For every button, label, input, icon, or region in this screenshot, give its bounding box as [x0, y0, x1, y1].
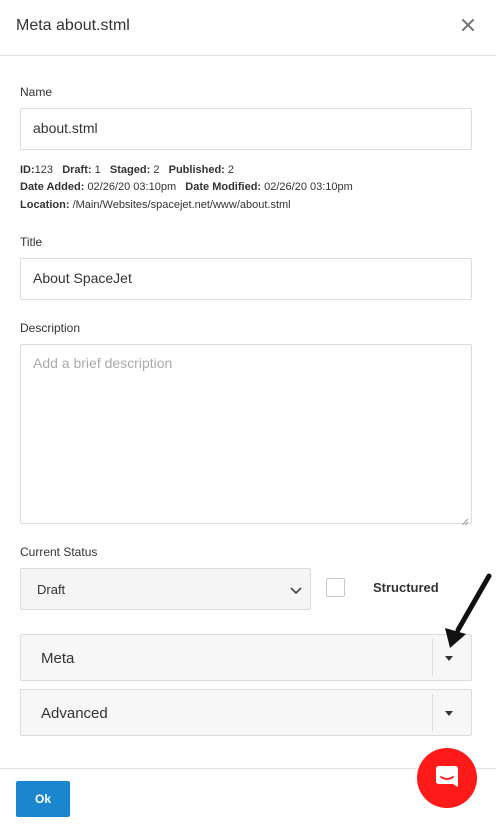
status-select[interactable]: Draft [20, 568, 311, 610]
title-input[interactable]: About SpaceJet [20, 258, 472, 300]
description-label: Description [20, 321, 81, 335]
draft-value: 1 [94, 164, 101, 176]
date-added-value: 02/26/20 03:10pm [87, 181, 177, 193]
structured-checkbox[interactable] [326, 578, 345, 597]
location-value: /Main/Websites/spacejet.net/www/about.st… [72, 199, 291, 211]
location-label: Location: [20, 199, 70, 211]
status-label: Current Status [20, 545, 98, 559]
caret-down-icon[interactable] [445, 711, 453, 716]
advanced-accordion[interactable]: Advanced [20, 689, 472, 736]
description-placeholder: Add a brief description [33, 355, 173, 371]
info-line-2: Date Added: 02/26/20 03:10pm Date Modifi… [20, 181, 353, 193]
title-label: Title [20, 235, 43, 249]
resize-grip-icon[interactable] [461, 513, 469, 526]
meta-accordion[interactable]: Meta [20, 634, 472, 681]
draft-label: Draft: [62, 164, 92, 176]
caret-down-icon[interactable] [445, 656, 453, 661]
published-label: Published: [168, 164, 225, 176]
date-modified-label: Date Modified: [185, 181, 262, 193]
dialog-title: Meta about.stml [16, 17, 130, 34]
id-label: ID: [20, 164, 35, 176]
description-textarea[interactable]: Add a brief description [20, 344, 472, 526]
annotation-arrow-icon [445, 573, 492, 648]
status-selected-value: Draft [37, 582, 66, 597]
info-line-1: ID:123 Draft: 1 Staged: 2 Published: 2 [20, 164, 234, 176]
date-modified-value: 02/26/20 03:10pm [264, 181, 353, 193]
staged-value: 2 [153, 164, 160, 176]
dialog-header: Meta about.stml [0, 0, 496, 56]
published-value: 2 [227, 164, 235, 176]
info-line-3: Location: /Main/Websites/spacejet.net/ww… [20, 199, 291, 211]
accordion-divider [432, 694, 433, 731]
advanced-accordion-label: Advanced [41, 705, 108, 722]
staged-label: Staged: [109, 164, 151, 176]
id-value: 123 [34, 164, 54, 176]
meta-accordion-label: Meta [41, 650, 75, 667]
chevron-down-icon [290, 584, 302, 595]
close-icon[interactable] [458, 15, 478, 35]
name-label: Name [20, 85, 53, 99]
ok-button[interactable]: Ok [16, 781, 70, 817]
chat-widget-button[interactable] [417, 748, 477, 808]
name-input[interactable]: about.stml [20, 108, 472, 150]
chat-icon [436, 766, 458, 787]
date-added-label: Date Added: [20, 181, 85, 193]
